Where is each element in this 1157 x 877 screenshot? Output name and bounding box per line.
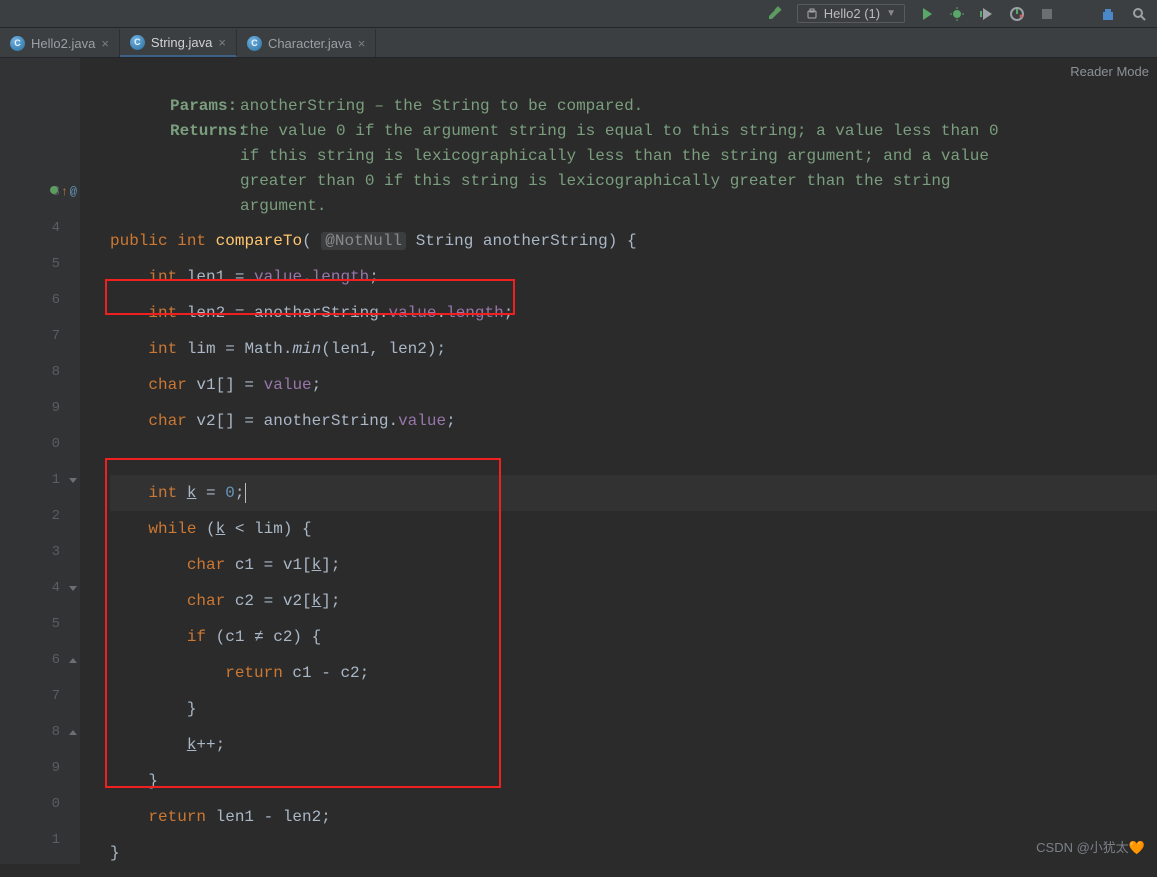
- code-line: [110, 439, 1157, 475]
- doc-params-label: Params:: [170, 94, 230, 119]
- profiler-icon[interactable]: [1009, 6, 1025, 22]
- close-icon[interactable]: ×: [101, 36, 109, 51]
- code-line: k++;: [110, 727, 1157, 763]
- fold-icon[interactable]: [69, 658, 77, 663]
- code-line: }: [110, 835, 1157, 871]
- fold-icon[interactable]: [69, 478, 77, 483]
- tab-string[interactable]: C String.java ×: [120, 29, 237, 57]
- class-icon: C: [130, 35, 145, 50]
- code-line: char c1 = v1[k];: [110, 547, 1157, 583]
- doc-returns-text: the value 0 if the argument string is eq…: [240, 119, 1020, 219]
- watermark: CSDN @小犹太🧡: [1036, 837, 1145, 856]
- code-line: int len2 = anotherString.value.length;: [110, 295, 1157, 331]
- stop-icon: [1039, 6, 1055, 22]
- hammer-icon[interactable]: [767, 6, 783, 22]
- line-gutter[interactable]: 3 ↑@ 4 5 6 7 8 9 0 1 2 3 4 5 6 7 8 9 0 1: [0, 58, 80, 864]
- coverage-icon[interactable]: [979, 6, 995, 22]
- code-line: char c2 = v2[k];: [110, 583, 1157, 619]
- code-line: char v1[] = value;: [110, 367, 1157, 403]
- override-icon[interactable]: @: [70, 185, 77, 199]
- tab-character[interactable]: C Character.java ×: [237, 29, 376, 57]
- fold-icon[interactable]: [69, 586, 77, 591]
- update-icon[interactable]: [1101, 6, 1117, 22]
- run-config-select[interactable]: Hello2 (1) ▼: [797, 4, 905, 23]
- javadoc-block: Params: anotherString – the String to be…: [110, 86, 1157, 223]
- code-line: }: [110, 763, 1157, 799]
- editor-tabs: C Hello2.java × C String.java × C Charac…: [0, 28, 1157, 58]
- code-line: int len1 = value.length;: [110, 259, 1157, 295]
- modified-icon: [49, 185, 59, 195]
- code-line: if (c1 ≠ c2) {: [110, 619, 1157, 655]
- code-area[interactable]: Params: anotherString – the String to be…: [80, 58, 1157, 864]
- editor: 3 ↑@ 4 5 6 7 8 9 0 1 2 3 4 5 6 7 8 9 0 1…: [0, 58, 1157, 864]
- code-line: char v2[] = anotherString.value;: [110, 403, 1157, 439]
- debug-icon[interactable]: [949, 6, 965, 22]
- run-icon[interactable]: [919, 6, 935, 22]
- code-line-caret: int k = 0;: [110, 475, 1157, 511]
- close-icon[interactable]: ×: [218, 35, 226, 50]
- chevron-down-icon: ▼: [886, 8, 896, 19]
- class-icon: C: [10, 36, 25, 51]
- run-config-label: Hello2 (1): [824, 6, 880, 21]
- close-icon[interactable]: ×: [358, 36, 366, 51]
- class-icon: C: [247, 36, 262, 51]
- fold-icon[interactable]: [69, 730, 77, 735]
- tab-hello2[interactable]: C Hello2.java ×: [0, 29, 120, 57]
- code-line: while (k < lim) {: [110, 511, 1157, 547]
- search-icon[interactable]: [1131, 6, 1147, 22]
- text-caret: [245, 483, 246, 503]
- code-line: }: [110, 691, 1157, 727]
- code-line: return c1 - c2;: [110, 655, 1157, 691]
- code-line: int lim = Math.min(len1, len2);: [110, 331, 1157, 367]
- code-line: return len1 - len2;: [110, 799, 1157, 835]
- impl-up-icon[interactable]: ↑: [61, 185, 68, 199]
- code-line: public int compareTo( @NotNull String an…: [110, 223, 1157, 259]
- top-toolbar: Hello2 (1) ▼: [0, 0, 1157, 28]
- doc-params-text: anotherString – the String to be compare…: [240, 94, 643, 119]
- doc-returns-label: Returns:: [170, 119, 230, 219]
